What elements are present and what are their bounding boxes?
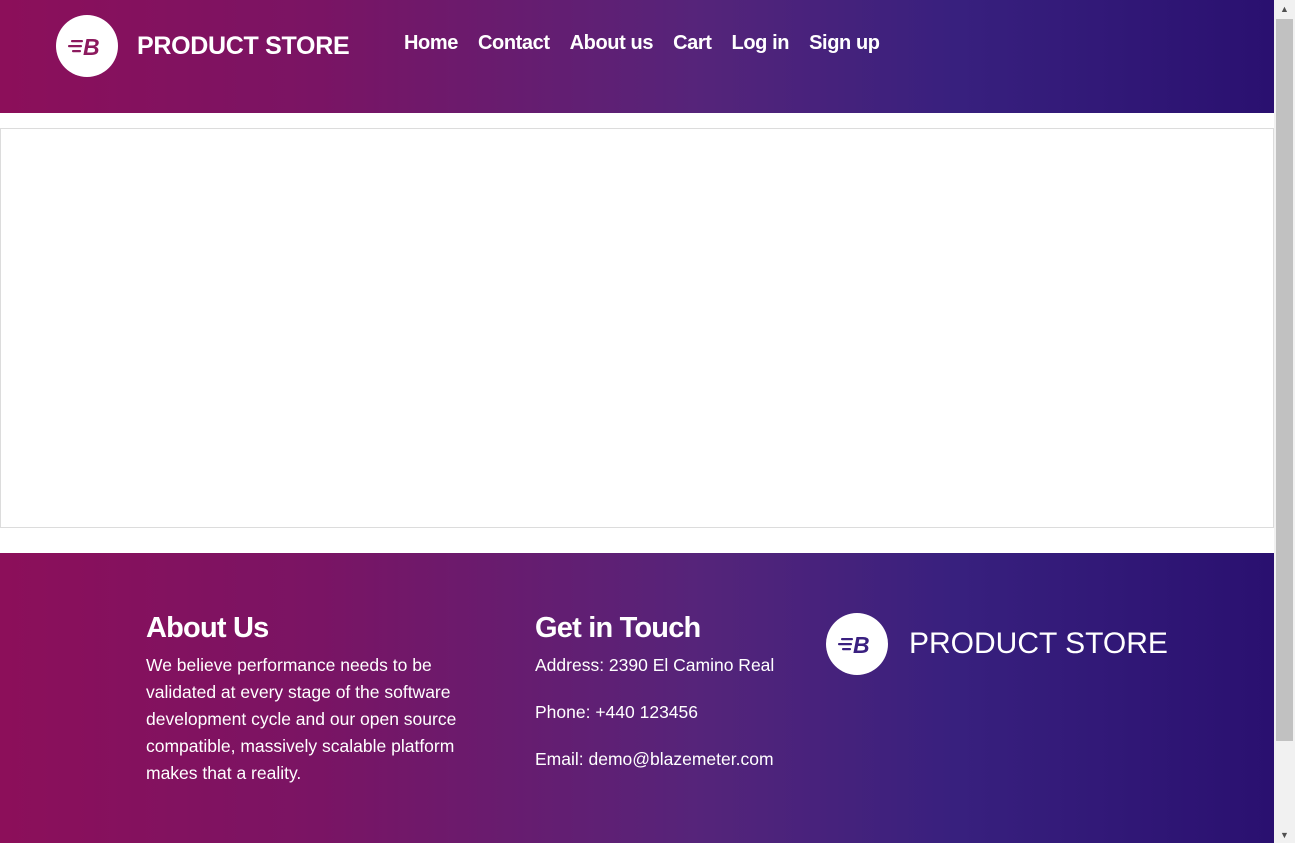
nav-cart[interactable]: Cart bbox=[673, 32, 712, 55]
brand-home-link[interactable]: B PRODUCT STORE bbox=[56, 15, 350, 77]
footer-contact-section: Get in Touch Address: 2390 El Camino Rea… bbox=[535, 610, 815, 793]
nav-home[interactable]: Home bbox=[404, 32, 458, 55]
vertical-scrollbar[interactable]: ▲ ▼ bbox=[1274, 0, 1295, 843]
footer: About Us We believe performance needs to… bbox=[0, 553, 1274, 843]
nav-log-in[interactable]: Log in bbox=[732, 32, 790, 55]
about-heading: About Us bbox=[146, 612, 269, 644]
nav-contact[interactable]: Contact bbox=[478, 32, 550, 55]
footer-brand: B PRODUCT STORE bbox=[826, 613, 1168, 675]
page: B PRODUCT STORE Home Contact About us Ca… bbox=[0, 0, 1295, 843]
nav-sign-up[interactable]: Sign up bbox=[809, 32, 880, 55]
logo-icon: B bbox=[56, 15, 118, 77]
nav-about-us[interactable]: About us bbox=[570, 32, 654, 55]
about-text: We believe performance needs to be valid… bbox=[146, 655, 457, 783]
nav-links: Home Contact About us Cart Log in Sign u… bbox=[404, 32, 900, 55]
scrollbar-thumb[interactable] bbox=[1276, 19, 1293, 741]
contact-heading: Get in Touch bbox=[535, 612, 701, 644]
footer-logo-icon: B bbox=[826, 613, 888, 675]
carousel-area bbox=[0, 128, 1274, 528]
contact-phone: Phone: +440 123456 bbox=[535, 702, 699, 722]
scroll-down-arrow-icon[interactable]: ▼ bbox=[1274, 826, 1295, 843]
footer-about-section: About Us We believe performance needs to… bbox=[146, 610, 486, 787]
contact-address: Address: 2390 El Camino Real bbox=[535, 655, 775, 675]
brand-name: PRODUCT STORE bbox=[137, 31, 350, 60]
svg-text:B: B bbox=[83, 34, 100, 59]
contact-email: Email: demo@blazemeter.com bbox=[535, 749, 774, 769]
svg-text:B: B bbox=[853, 632, 870, 657]
footer-brand-name: PRODUCT STORE bbox=[909, 627, 1168, 660]
browser-viewport: B PRODUCT STORE Home Contact About us Ca… bbox=[0, 0, 1274, 843]
scroll-up-arrow-icon[interactable]: ▲ bbox=[1274, 0, 1295, 17]
navbar: B PRODUCT STORE Home Contact About us Ca… bbox=[0, 0, 1274, 113]
